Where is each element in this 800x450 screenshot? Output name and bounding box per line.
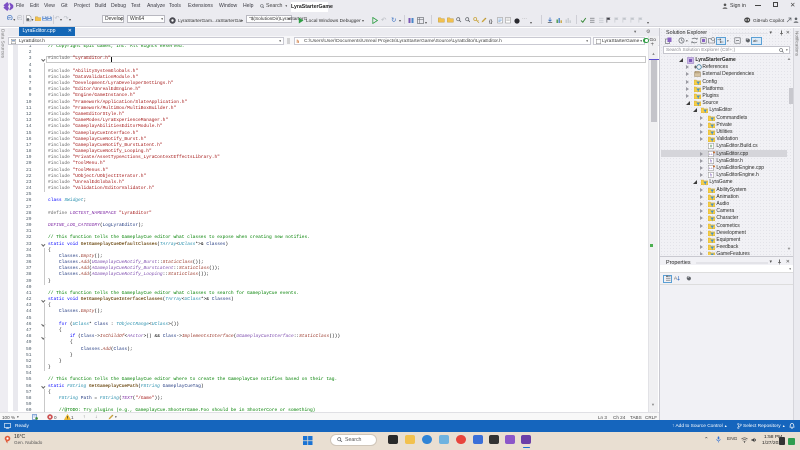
svg-text:A: A <box>674 276 677 281</box>
svg-text:++: ++ <box>709 166 713 170</box>
svg-text:++: ++ <box>709 152 713 156</box>
